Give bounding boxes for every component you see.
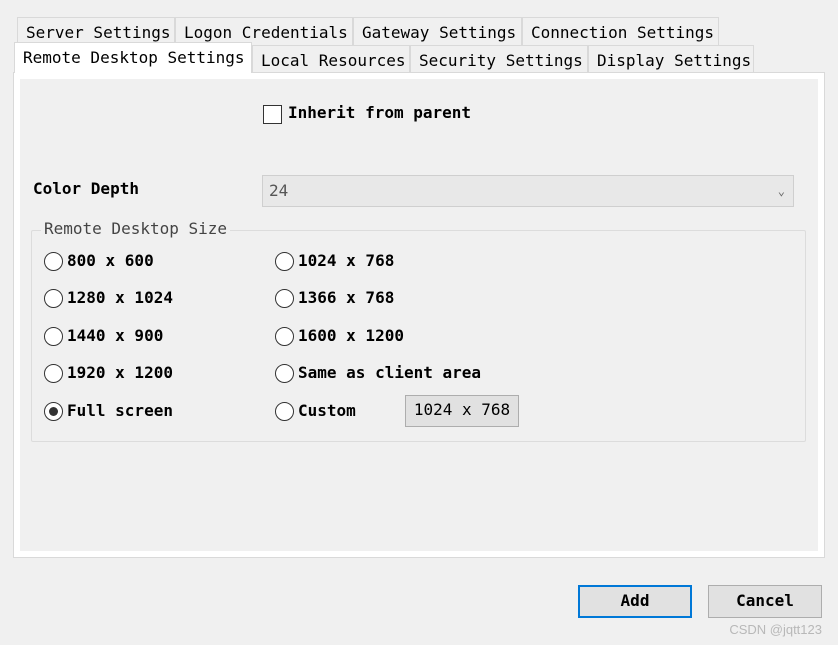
radio-indicator xyxy=(275,363,294,383)
tab-connection-settings[interactable]: Connection Settings xyxy=(522,17,719,45)
tab-display-settings[interactable]: Display Settings xyxy=(588,45,754,72)
settings-area: Inherit from parent Color Depth 24 ⌄ Rem… xyxy=(20,79,818,551)
color-depth-select[interactable]: 24 ⌄ xyxy=(262,175,794,207)
radio-1280x1024[interactable]: 1280 x 1024 xyxy=(44,287,173,309)
radio-label: Full screen xyxy=(67,401,173,420)
radio-indicator xyxy=(275,326,294,346)
radio-label: 1440 x 900 xyxy=(67,326,164,345)
radio-label: 1280 x 1024 xyxy=(67,288,173,307)
tab-logon-credentials[interactable]: Logon Credentials xyxy=(175,17,353,45)
tab-remote-desktop-settings[interactable]: Remote Desktop Settings xyxy=(14,42,252,73)
color-depth-value: 24 xyxy=(269,181,289,200)
radio-label: 1600 x 1200 xyxy=(298,326,404,345)
tab-gateway-settings[interactable]: Gateway Settings xyxy=(353,17,522,45)
dialog-window: Server Settings Logon Credentials Gatewa… xyxy=(0,0,838,645)
radio-1920x1200[interactable]: 1920 x 1200 xyxy=(44,362,173,384)
remote-desktop-size-title: Remote Desktop Size xyxy=(41,220,231,238)
color-depth-label: Color Depth xyxy=(33,179,139,198)
radio-1366x768[interactable]: 1366 x 768 xyxy=(275,287,394,309)
radio-label: 800 x 600 xyxy=(67,251,154,270)
radio-indicator-checked xyxy=(44,401,63,421)
custom-size-input[interactable]: 1024 x 768 xyxy=(405,395,519,427)
radio-indicator xyxy=(275,288,294,308)
radio-1440x900[interactable]: 1440 x 900 xyxy=(44,325,163,347)
radio-same-as-client-area[interactable]: Same as client area xyxy=(275,362,481,384)
tab-server-settings[interactable]: Server Settings xyxy=(17,17,175,45)
radio-1024x768[interactable]: 1024 x 768 xyxy=(275,250,394,272)
radio-indicator xyxy=(275,401,294,421)
radio-indicator xyxy=(44,251,63,271)
radio-indicator xyxy=(44,288,63,308)
radio-full-screen[interactable]: Full screen xyxy=(44,400,173,422)
radio-label: 1920 x 1200 xyxy=(67,363,173,382)
cancel-button[interactable]: Cancel xyxy=(708,585,822,618)
inherit-label: Inherit from parent xyxy=(288,103,472,122)
radio-label: Same as client area xyxy=(298,363,482,382)
radio-1600x1200[interactable]: 1600 x 1200 xyxy=(275,325,404,347)
tab-local-resources[interactable]: Local Resources xyxy=(252,45,410,72)
radio-indicator xyxy=(44,363,63,383)
radio-label: 1024 x 768 xyxy=(298,251,395,270)
radio-indicator xyxy=(275,251,294,271)
add-button[interactable]: Add xyxy=(578,585,692,618)
radio-indicator xyxy=(44,326,63,346)
tab-panel: Inherit from parent Color Depth 24 ⌄ Rem… xyxy=(13,72,825,558)
radio-800x600[interactable]: 800 x 600 xyxy=(44,250,154,272)
inherit-checkbox[interactable] xyxy=(263,105,282,124)
watermark: CSDN @jqtt123 xyxy=(729,622,822,637)
tab-security-settings[interactable]: Security Settings xyxy=(410,45,588,72)
chevron-down-icon: ⌄ xyxy=(777,184,785,198)
radio-custom[interactable]: Custom xyxy=(275,400,356,422)
radio-label: 1366 x 768 xyxy=(298,288,395,307)
radio-label: Custom xyxy=(298,401,356,420)
